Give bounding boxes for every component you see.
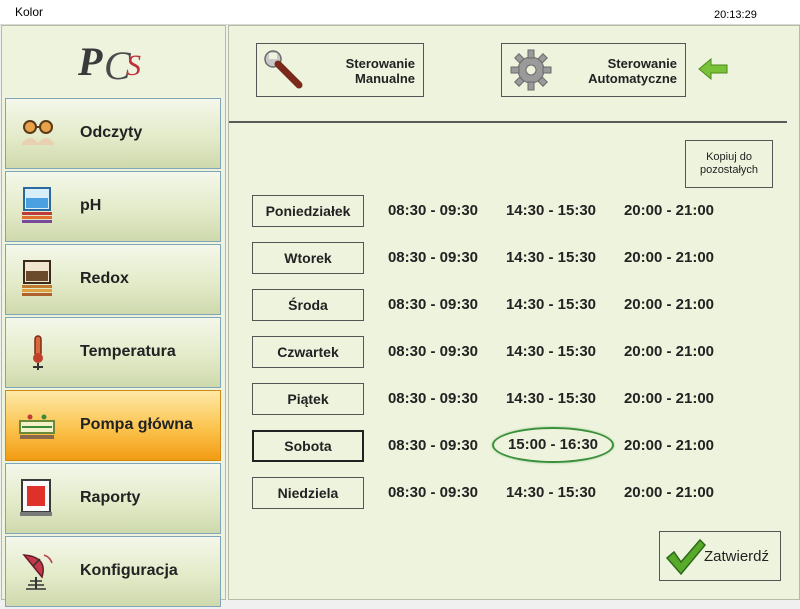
- day-button-selected[interactable]: Sobota: [252, 430, 364, 462]
- main-nav: Odczyty pH Redox Temperatura Pompa główn…: [5, 98, 223, 609]
- nav-item-temperatura[interactable]: Temperatura: [5, 317, 221, 388]
- nav-label: Redox: [80, 270, 129, 287]
- time-slot[interactable]: 14:30 - 15:30: [496, 296, 606, 313]
- schedule-row-piatek: Piątek 08:30 - 09:30 14:30 - 15:30 20:00…: [252, 383, 722, 419]
- nav-label: Pompa główna: [80, 416, 193, 433]
- nav-item-pompa-glowna[interactable]: Pompa główna: [5, 390, 221, 461]
- nav-label: pH: [80, 197, 102, 214]
- nav-item-redox[interactable]: Redox: [5, 244, 221, 315]
- thermometer-icon: [33, 335, 43, 370]
- pump-icon: [19, 414, 55, 439]
- day-button[interactable]: Czwartek: [252, 336, 364, 368]
- time-slot[interactable]: 20:00 - 21:00: [614, 202, 724, 219]
- schedule-row-poniedzialek: Poniedziałek 08:30 - 09:30 14:30 - 15:30…: [252, 195, 722, 231]
- nav-item-ph[interactable]: pH: [5, 171, 221, 242]
- time-slot[interactable]: 08:30 - 09:30: [378, 390, 488, 407]
- nav-label: Temperatura: [80, 343, 176, 360]
- manual-control-button[interactable]: Sterowanie Manualne: [256, 43, 424, 97]
- nav-label: Raporty: [80, 489, 141, 506]
- svg-text:P: P: [77, 39, 103, 84]
- readings-icon: [22, 120, 54, 145]
- day-button[interactable]: Wtorek: [252, 242, 364, 274]
- wrench-icon: [264, 50, 303, 89]
- nav-item-raporty[interactable]: Raporty: [5, 463, 221, 534]
- app-title: Kolor: [15, 5, 44, 19]
- confirm-button[interactable]: Zatwierdź: [659, 531, 781, 581]
- time-slot[interactable]: 14:30 - 15:30: [496, 343, 606, 360]
- day-button[interactable]: Niedziela: [252, 477, 364, 509]
- nav-label: Konfiguracja: [80, 562, 178, 579]
- schedule-row-wtorek: Wtorek 08:30 - 09:30 14:30 - 15:30 20:00…: [252, 242, 722, 278]
- back-arrow-icon[interactable]: [697, 58, 729, 80]
- time-slot[interactable]: 08:30 - 09:30: [378, 202, 488, 219]
- time-slot[interactable]: 20:00 - 21:00: [614, 343, 724, 360]
- time-slot[interactable]: 20:00 - 21:00: [614, 390, 724, 407]
- left-panel: P C S Odczyty pH Redox Temperatura Pompa…: [1, 25, 226, 607]
- time-slot[interactable]: 14:30 - 15:30: [496, 202, 606, 219]
- auto-label-line1: Sterowanie: [607, 56, 677, 71]
- nav-item-odczyty[interactable]: Odczyty: [5, 98, 221, 169]
- time-slot[interactable]: 08:30 - 09:30: [378, 484, 488, 501]
- time-slot[interactable]: 08:30 - 09:30: [378, 296, 488, 313]
- time-slot[interactable]: 20:00 - 21:00: [614, 249, 724, 266]
- pcs-logo: P C S: [77, 39, 141, 88]
- nav-item-konfiguracja[interactable]: Konfiguracja: [5, 536, 221, 607]
- time-slot[interactable]: 20:00 - 21:00: [614, 437, 724, 454]
- redox-tank-icon: [22, 260, 52, 296]
- time-slot[interactable]: 08:30 - 09:30: [378, 249, 488, 266]
- clock: 20:13:29: [714, 9, 757, 21]
- checkmark-icon: [665, 538, 706, 576]
- gear-icon: [510, 49, 552, 91]
- auto-label-line2: Automatyczne: [588, 71, 677, 86]
- divider: [229, 121, 787, 123]
- copy-label-line1: Kopiuj do: [706, 151, 752, 163]
- automatic-control-button[interactable]: Sterowanie Automatyczne: [501, 43, 686, 97]
- nav-label: Odczyty: [80, 124, 143, 141]
- confirm-label: Zatwierdź: [704, 548, 770, 565]
- schedule-row-czwartek: Czwartek 08:30 - 09:30 14:30 - 15:30 20:…: [252, 336, 722, 372]
- schedule-row-sobota: Sobota 08:30 - 09:30 15:00 - 16:30 20:00…: [252, 427, 724, 466]
- day-button[interactable]: Piątek: [252, 383, 364, 415]
- copy-to-others-button[interactable]: Kopiuj do pozostałych: [685, 140, 773, 188]
- satellite-icon: [22, 554, 53, 590]
- time-slot[interactable]: 14:30 - 15:30: [496, 390, 606, 407]
- time-slot[interactable]: 20:00 - 21:00: [614, 484, 724, 501]
- title-bar: Kolor 20:13:29: [0, 0, 800, 25]
- report-icon: [20, 479, 52, 516]
- svg-text:S: S: [126, 49, 141, 82]
- manual-label-line1: Sterowanie: [345, 56, 415, 71]
- manual-label-line2: Manualne: [355, 71, 415, 86]
- time-slot[interactable]: 08:30 - 09:30: [378, 343, 488, 360]
- main-panel: Sterowanie Manualne Sterowanie Automatyc…: [228, 25, 800, 600]
- day-button[interactable]: Środa: [252, 289, 364, 321]
- schedule-row-niedziela: Niedziela 08:30 - 09:30 14:30 - 15:30 20…: [252, 477, 722, 513]
- ph-tank-icon: [22, 187, 52, 223]
- schedule-row-sroda: Środa 08:30 - 09:30 14:30 - 15:30 20:00 …: [252, 289, 722, 325]
- day-button[interactable]: Poniedziałek: [252, 195, 364, 227]
- time-slot[interactable]: 20:00 - 21:00: [614, 296, 724, 313]
- time-slot[interactable]: 08:30 - 09:30: [378, 437, 488, 454]
- time-slot[interactable]: 14:30 - 15:30: [496, 249, 606, 266]
- time-slot[interactable]: 14:30 - 15:30: [496, 484, 606, 501]
- copy-label-line2: pozostałych: [699, 164, 759, 176]
- time-slot-highlighted[interactable]: 15:00 - 16:30: [492, 427, 614, 463]
